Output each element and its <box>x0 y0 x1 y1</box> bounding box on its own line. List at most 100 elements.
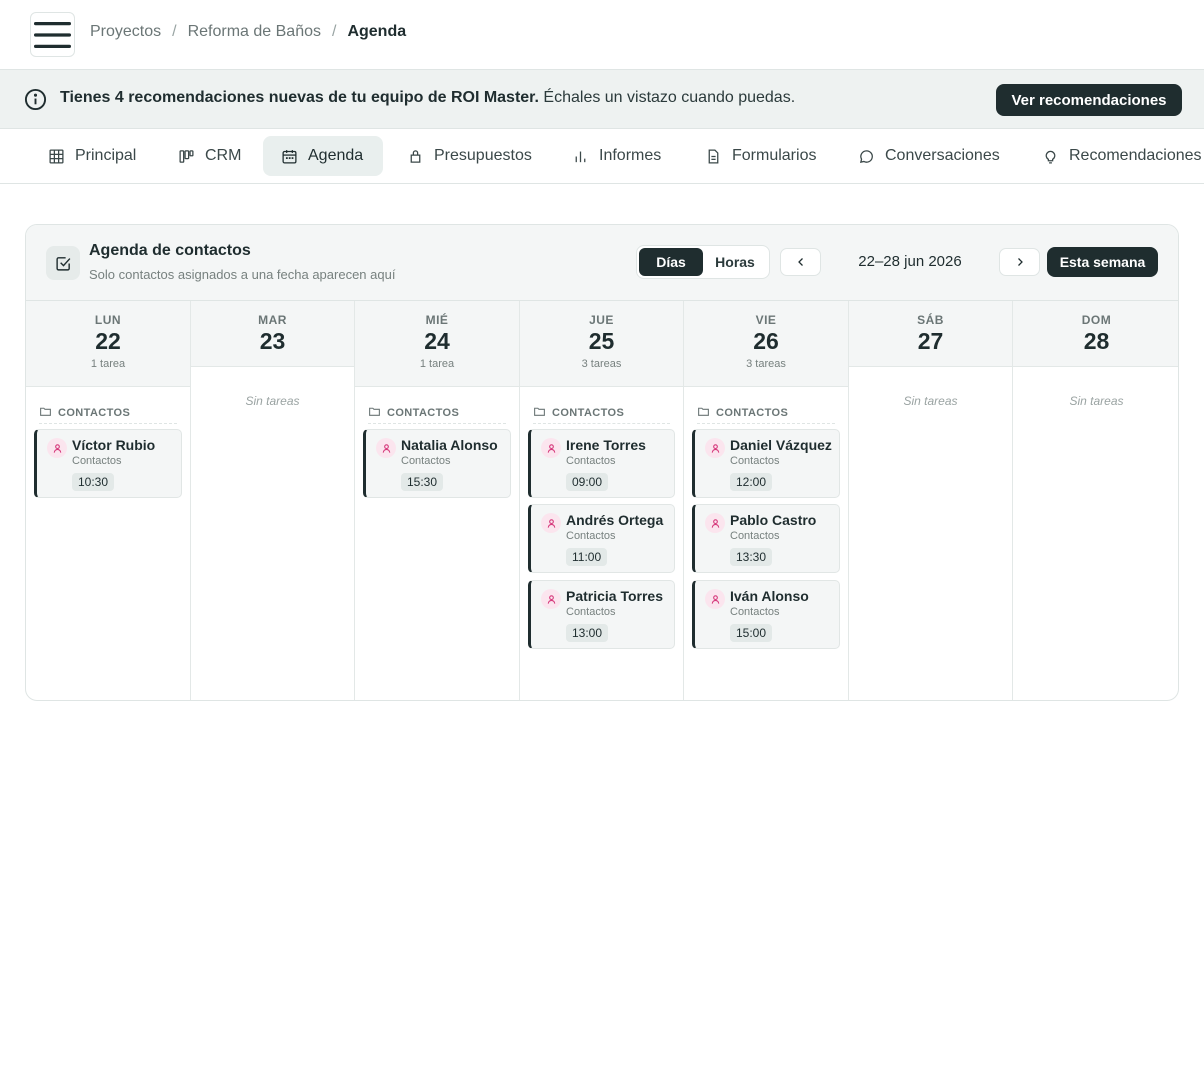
breadcrumb-project[interactable]: Reforma de Baños <box>188 23 321 41</box>
agenda-card: Agenda de contactos Solo contactos asign… <box>25 224 1179 701</box>
task-contact-name: Víctor Rubio <box>72 437 156 453</box>
tab-formularios[interactable]: Formularios <box>687 136 834 176</box>
day-column: MAR 23 Sin tareas <box>191 301 355 700</box>
banner-text: Échales un vistazo cuando puedas. <box>538 89 796 106</box>
chevron-left-icon <box>797 258 803 266</box>
lightbulb-icon <box>1045 150 1056 164</box>
task-category: Contactos <box>566 455 616 467</box>
task-card[interactable]: Andrés Ortega Contactos 11:00 <box>528 504 675 573</box>
task-count: 1 tarea <box>419 358 455 370</box>
task-card[interactable]: Iván Alonso Contactos 15:00 <box>692 580 840 649</box>
contacts-group-header: CONTACTOS <box>697 402 835 424</box>
day-column: VIE 26 3 tareas CONTACTOS Daniel Vázquez Cont… <box>684 301 849 700</box>
day-of-week: MIÉ <box>425 313 449 327</box>
task-time: 13:30 <box>730 548 773 566</box>
task-card[interactable]: Daniel Vázquez Contactos 12:00 <box>692 429 840 498</box>
top-bar: Proyectos / Reforma de Baños / Agenda <box>0 0 1204 70</box>
tab-label: Conversaciones <box>885 147 1000 164</box>
task-count: 1 tarea <box>90 358 126 370</box>
task-contact-name: Pablo Castro <box>730 512 817 528</box>
breadcrumb-separator: / <box>172 23 177 40</box>
recommendations-banner: Tienes 4 recomendaciones nuevas de tu eq… <box>0 70 1204 129</box>
contact-icon <box>376 438 396 458</box>
task-card[interactable]: Patricia Torres Contactos 13:00 <box>528 580 675 649</box>
day-of-week: MAR <box>258 313 287 327</box>
empty-day-label: Sin tareas <box>245 394 300 408</box>
tab-agenda[interactable]: Agenda <box>263 136 383 176</box>
tab-label: CRM <box>205 147 242 164</box>
task-contact-name: Natalia Alonso <box>401 437 498 453</box>
empty-day-label: Sin tareas <box>903 394 958 408</box>
group-label: CONTACTOS <box>552 406 625 419</box>
task-card[interactable]: Natalia Alonso Contactos 15:30 <box>363 429 511 498</box>
day-of-week: DOM <box>1081 313 1112 327</box>
menu-button[interactable] <box>30 12 75 57</box>
task-category: Contactos <box>730 530 780 542</box>
task-card[interactable]: Pablo Castro Contactos 13:30 <box>692 504 840 573</box>
tab-label: Principal <box>75 147 137 164</box>
project-tabs: Principal CRM Agenda Presupuestos Inform… <box>0 130 1204 184</box>
tab-principal[interactable]: Principal <box>30 136 154 176</box>
task-category: Contactos <box>401 455 451 467</box>
contact-icon <box>541 513 561 533</box>
task-time: 13:00 <box>566 624 609 642</box>
calendar-icon <box>282 149 297 164</box>
task-count: 3 tareas <box>746 358 786 370</box>
view-hours-button[interactable]: Horas <box>703 248 767 276</box>
day-header: MIÉ 24 1 tarea <box>355 301 519 387</box>
tab-crm[interactable]: CRM <box>160 136 259 176</box>
task-contact-name: Patricia Torres <box>566 588 664 604</box>
day-of-week: LUN <box>94 313 122 327</box>
day-number: 26 <box>753 328 779 354</box>
tab-conversaciones[interactable]: Conversaciones <box>840 136 1018 176</box>
see-recommendations-button[interactable]: Ver recomendaciones <box>996 84 1182 116</box>
tab-label: Formularios <box>732 147 817 164</box>
task-time: 15:30 <box>401 473 444 491</box>
hamburger-icon <box>34 21 71 48</box>
week-grid: LUN 22 1 tarea CONTACTOS Víctor Rubio Contact… <box>26 301 1178 700</box>
task-time: 09:00 <box>566 473 609 491</box>
tab-presupuestos[interactable]: Presupuestos <box>389 136 550 176</box>
day-of-week: VIE <box>755 313 777 327</box>
tab-informes[interactable]: Informes <box>554 136 679 176</box>
folder-icon <box>697 405 710 421</box>
bar-chart-icon <box>575 151 586 162</box>
folder-icon <box>39 405 52 421</box>
contacts-group-header: CONTACTOS <box>39 402 177 424</box>
task-card[interactable]: Irene Torres Contactos 09:00 <box>528 429 675 498</box>
breadcrumb-proyectos[interactable]: Proyectos <box>90 23 161 41</box>
task-category: Contactos <box>566 530 616 542</box>
this-week-button[interactable]: Esta semana <box>1047 247 1158 277</box>
task-time: 12:00 <box>730 473 773 491</box>
contact-icon <box>541 438 561 458</box>
group-label: CONTACTOS <box>58 406 131 419</box>
bag-icon <box>410 149 421 163</box>
previous-week-button[interactable] <box>780 248 821 276</box>
view-days-button[interactable]: Días <box>639 248 703 276</box>
contact-icon <box>705 438 725 458</box>
folder-icon <box>368 405 381 421</box>
day-column: JUE 25 3 tareas CONTACTOS Irene Torres Contac… <box>520 301 684 700</box>
day-number: 23 <box>259 328 286 354</box>
day-header: SÁB 27 <box>849 301 1012 367</box>
tab-recomendaciones[interactable]: Recomendaciones <box>1024 136 1204 176</box>
contact-icon <box>47 438 67 458</box>
empty-day-label: Sin tareas <box>1069 394 1124 408</box>
tab-label: Presupuestos <box>434 147 532 164</box>
contacts-group-header: CONTACTOS <box>368 402 506 424</box>
next-week-button[interactable] <box>999 248 1040 276</box>
breadcrumb-current: Agenda <box>347 23 407 40</box>
group-label: CONTACTOS <box>716 406 789 419</box>
group-label: CONTACTOS <box>387 406 460 419</box>
task-time: 15:00 <box>730 624 773 642</box>
contact-icon <box>705 513 725 533</box>
breadcrumb: Proyectos / Reforma de Baños / Agenda <box>90 23 406 41</box>
day-number: 28 <box>1083 328 1110 354</box>
tab-label: Informes <box>599 147 662 164</box>
agenda-subtitle: Solo contactos asignados a una fecha apa… <box>89 267 396 282</box>
tab-label: Agenda <box>308 147 364 164</box>
task-contact-name: Daniel Vázquez <box>730 437 832 453</box>
task-card[interactable]: Víctor Rubio Contactos 10:30 <box>34 429 182 498</box>
agenda-header: Agenda de contactos Solo contactos asign… <box>26 225 1178 301</box>
chat-icon <box>859 149 873 163</box>
